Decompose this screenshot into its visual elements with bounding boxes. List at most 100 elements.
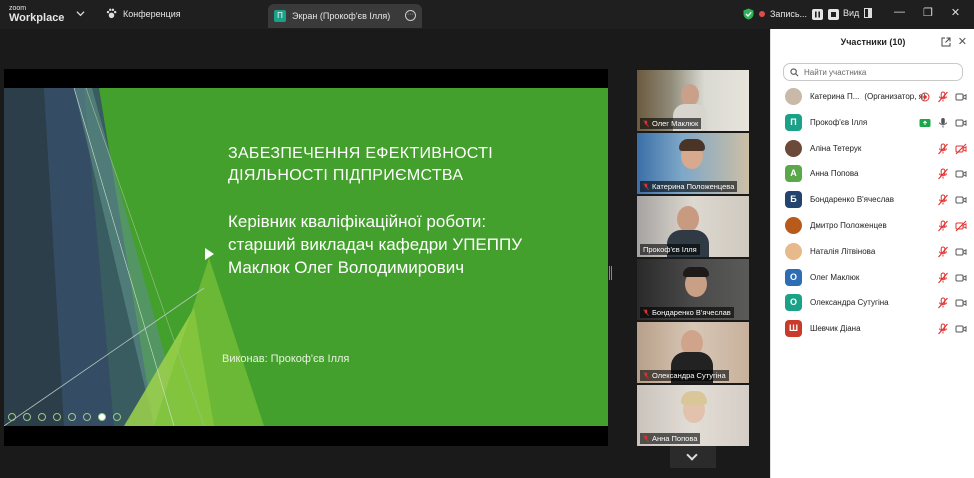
tile-name: Олег Маклюк <box>640 118 702 129</box>
slides-grid-icon[interactable] <box>53 413 61 421</box>
participant-status-icons <box>937 194 967 206</box>
participant-row[interactable]: Катерина П... (Организатор, я) <box>771 85 974 109</box>
stop-recording-button[interactable] <box>828 8 840 20</box>
zoom-logo: zoom Workplace <box>9 4 65 24</box>
avatar <box>785 139 802 157</box>
slide-subtitle: Керівник кваліфікаційної роботи: старший… <box>228 210 522 279</box>
pen-icon[interactable] <box>38 413 46 421</box>
participants-panel: Участники (10) ✕ Катерина П... (Организат… <box>770 29 974 478</box>
video-tile-active[interactable]: Прокоф'єв Ілля <box>637 196 749 257</box>
video-icon[interactable] <box>955 117 967 129</box>
video-icon[interactable] <box>955 297 967 309</box>
participant-name: Наталія Літвінова <box>810 247 875 256</box>
slide-title: ЗАБЕЗПЕЧЕННЯ ЕФЕКТИВНОСТІ ДІЯЛЬНОСТІ ПІД… <box>228 143 493 187</box>
window-controls: — ❐ ✕ <box>894 6 960 19</box>
brand-big: Workplace <box>9 12 65 24</box>
participant-status-icons <box>937 168 967 180</box>
video-tile[interactable]: Олександра Сутугіна <box>637 322 749 383</box>
participant-row[interactable]: Аліна Тетерук <box>771 137 974 161</box>
participant-name: Олег Маклюк <box>810 273 859 282</box>
video-icon[interactable] <box>955 91 967 103</box>
mic-muted-icon[interactable] <box>937 194 949 206</box>
mic-muted-icon[interactable] <box>937 272 949 284</box>
video-icon[interactable] <box>955 246 967 258</box>
tile-name: Прокоф'єв Ілля <box>640 244 700 255</box>
search-field[interactable] <box>783 63 963 81</box>
participant-row[interactable]: О Олександра Сутугіна <box>771 291 974 315</box>
zoom-icon[interactable] <box>68 413 76 421</box>
view-label: Вид <box>843 8 860 18</box>
pop-out-icon[interactable] <box>941 37 951 47</box>
scroll-tiles-button[interactable] <box>670 446 716 468</box>
chevron-down-icon[interactable] <box>76 9 85 18</box>
participant-row[interactable]: Ш Шевчик Діана <box>771 317 974 341</box>
participant-row[interactable]: О Олег Маклюк <box>771 266 974 290</box>
participant-row[interactable]: П Прокоф'єв Ілля <box>771 111 974 135</box>
video-off-icon[interactable] <box>955 220 967 232</box>
subtitle-icon[interactable] <box>83 413 91 421</box>
minimize-button[interactable]: — <box>894 6 905 19</box>
participant-face <box>681 84 699 106</box>
mic-muted-icon[interactable] <box>937 168 949 180</box>
resize-handle[interactable] <box>609 266 612 280</box>
next-slide-icon[interactable] <box>23 413 31 421</box>
layout-icon <box>864 8 873 18</box>
video-tile[interactable]: Анна Попова <box>637 385 749 446</box>
participant-status-icons <box>919 91 967 103</box>
participant-name: Аліна Тетерук <box>810 144 861 153</box>
participant-row[interactable]: Дмитро Положенцев <box>771 214 974 238</box>
participant-row[interactable]: А Анна Попова <box>771 162 974 186</box>
video-icon[interactable] <box>955 272 967 284</box>
participant-status-icons <box>919 117 967 129</box>
title-bar: zoom Workplace Конференция П Экран (Прок… <box>0 0 974 29</box>
recording-icon <box>920 92 930 102</box>
tile-name-label: Катерина Положенцева <box>652 182 735 191</box>
video-icon[interactable] <box>955 168 967 180</box>
participant-row[interactable]: Наталія Літвінова <box>771 240 974 264</box>
mic-muted-icon <box>643 372 649 379</box>
participant-status-icons <box>937 246 967 258</box>
panel-title: Участники (10) <box>840 37 906 47</box>
tab-screen-label: Экран (Прокоф'єв Ілля) <box>292 11 391 21</box>
video-icon[interactable] <box>955 194 967 206</box>
video-tile[interactable]: Олег Маклюк <box>637 70 749 131</box>
tab-screen-share[interactable]: П Экран (Прокоф'єв Ілля) ··· <box>268 4 422 28</box>
tile-name: Олександра Сутугіна <box>640 370 729 381</box>
video-tile[interactable]: Бондаренко В'ячеслав <box>637 259 749 320</box>
tab-meeting-label: Конференция <box>123 8 181 19</box>
video-icon[interactable] <box>955 323 967 335</box>
video-off-icon[interactable] <box>955 143 967 155</box>
participant-name: Шевчик Діана <box>810 324 861 333</box>
panel-header: Участники (10) ✕ <box>771 29 974 55</box>
avatar: О <box>785 294 802 312</box>
participant-name-label: Прокоф'єв Ілля <box>810 117 868 127</box>
prev-slide-icon[interactable] <box>8 413 16 421</box>
mic-muted-icon[interactable] <box>937 91 949 103</box>
mic-icon[interactable] <box>937 117 949 129</box>
slide-sub-line2: старший викладач кафедри УПЕППУ <box>228 235 522 254</box>
mic-muted-icon[interactable] <box>937 323 949 335</box>
pause-recording-button[interactable] <box>812 8 824 20</box>
participant-role: (Организатор, я) <box>864 92 926 101</box>
more-icon[interactable]: ··· <box>405 10 416 21</box>
close-panel-icon[interactable]: ✕ <box>958 29 967 55</box>
shared-screen[interactable]: ЗАБЕЗПЕЧЕННЯ ЕФЕКТИВНОСТІ ДІЯЛЬНОСТІ ПІД… <box>4 69 608 446</box>
view-button[interactable]: Вид <box>843 8 873 18</box>
restore-button[interactable]: ❐ <box>923 6 933 19</box>
mic-muted-icon[interactable] <box>937 246 949 258</box>
tab-meeting[interactable]: Конференция <box>106 8 181 19</box>
shield-icon[interactable] <box>743 8 754 20</box>
participant-row[interactable]: Б Бондаренко В'ячеслав <box>771 188 974 212</box>
close-window-button[interactable]: ✕ <box>951 6 960 19</box>
participant-status-icons <box>937 297 967 309</box>
mic-muted-icon[interactable] <box>937 297 949 309</box>
mic-muted-icon[interactable] <box>937 143 949 155</box>
mic-muted-icon[interactable] <box>937 220 949 232</box>
search-input[interactable] <box>804 67 954 77</box>
participant-status-icons <box>937 143 967 155</box>
video-tile[interactable]: Катерина Положенцева <box>637 133 749 194</box>
more-options-icon[interactable] <box>113 413 121 421</box>
participant-name-label: Олександра Сутугіна <box>810 298 889 308</box>
slide-title-line2: ДІЯЛЬНОСТІ ПІДПРИЄМСТВА <box>228 167 464 184</box>
pointer-icon[interactable] <box>98 413 106 421</box>
